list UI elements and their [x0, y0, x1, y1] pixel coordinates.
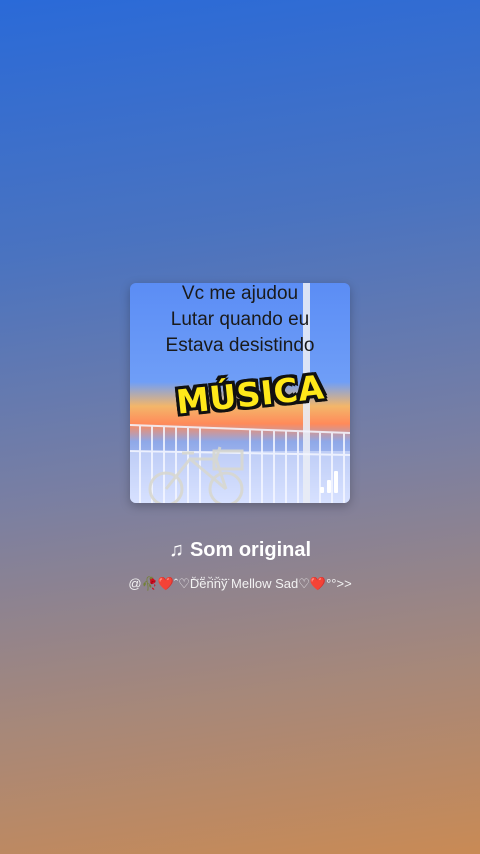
album-cover[interactable]: Vc me ajudou Lutar quando eu Estava desi… — [130, 283, 350, 503]
sound-author[interactable]: @🥀❤️ˆ♡D̆̈ĕ̈n̆̈n̆̈y̆̈ Mellow Sad♡❤️°°>> — [0, 576, 480, 592]
cover-caption-line: Estava desistindo — [165, 335, 315, 356]
signal-bars-icon — [320, 471, 338, 493]
cover-caption: Vc me ajudou Lutar quando eu Estava desi… — [130, 283, 350, 359]
cover-caption-line: Vc me ajudou — [181, 283, 299, 304]
sound-title[interactable]: ♫ Som original — [0, 539, 480, 562]
music-note-icon: ♫ — [168, 539, 184, 561]
sound-title-text: Som original — [189, 539, 312, 561]
cover-caption-line: Lutar quando eu — [170, 309, 310, 330]
